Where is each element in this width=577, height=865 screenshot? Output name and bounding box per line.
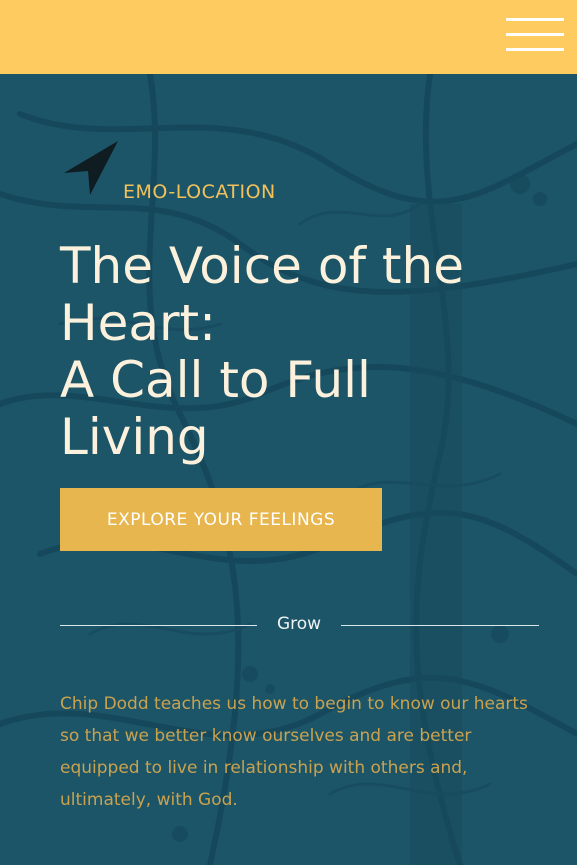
divider-line-left (60, 625, 257, 626)
divider-line-right (341, 625, 539, 626)
top-header-bar (0, 0, 577, 74)
location-arrow-icon (64, 141, 118, 195)
hamburger-menu-icon[interactable] (506, 18, 564, 54)
hero-title: The Voice of the Heart: A Call to Full L… (60, 238, 530, 466)
hero-description: Chip Dodd teaches us how to begin to kno… (60, 694, 528, 810)
menu-line (506, 18, 564, 21)
title-line: A Call to Full (60, 351, 371, 409)
divider-label: Grow (276, 614, 322, 634)
menu-line (506, 48, 564, 51)
title-line: Living (60, 408, 209, 466)
section-tag: EMO-LOCATION (123, 181, 276, 203)
hero-section: EMO-LOCATION The Voice of the Heart: A C… (0, 74, 577, 865)
explore-feelings-button[interactable]: EXPLORE YOUR FEELINGS (60, 488, 382, 551)
menu-line (506, 33, 564, 36)
title-line: The Voice of the (60, 237, 464, 295)
title-line: Heart: (60, 294, 217, 352)
